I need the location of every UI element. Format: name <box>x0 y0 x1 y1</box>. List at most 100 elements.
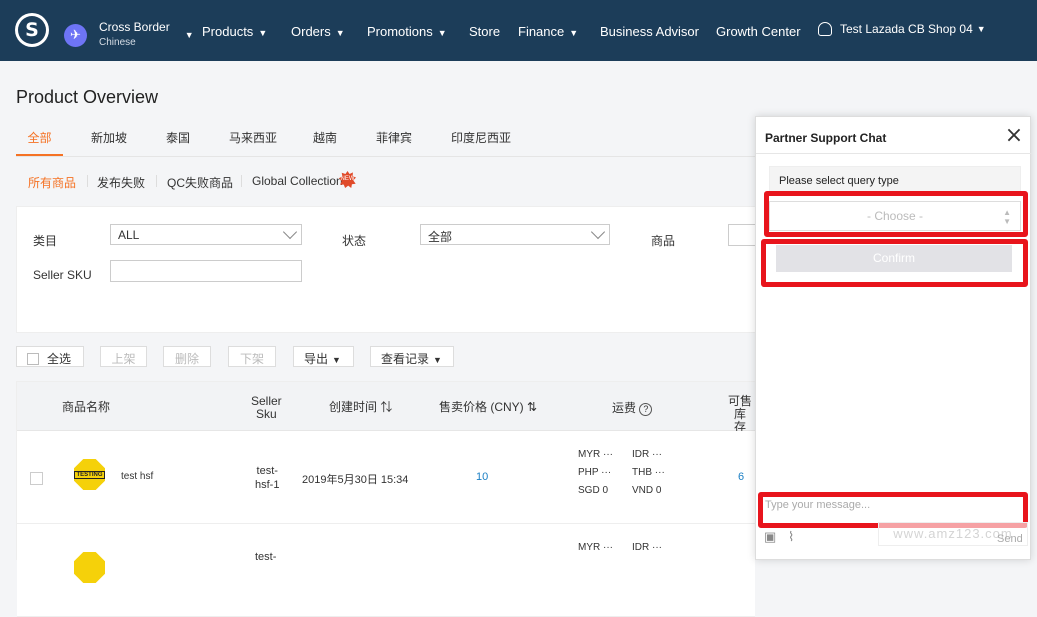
divider <box>241 175 242 187</box>
seller-sku-1: test- <box>256 465 278 477</box>
col-created-time[interactable]: 创建时间 ⇅ <box>329 401 392 414</box>
chevron-down-icon <box>590 224 606 240</box>
export-label: 导出 <box>304 352 329 366</box>
col-shipping-label: 运费 <box>612 401 637 415</box>
price-value[interactable]: 10 <box>476 471 488 483</box>
col-product-name: 商品名称 <box>62 400 111 414</box>
chat-footer: ▣ ⌇ www.amz123.com Send <box>756 521 1032 561</box>
product-image[interactable] <box>74 552 105 583</box>
nav-finance[interactable]: Finance ▼ <box>518 24 578 39</box>
sort-icon[interactable]: ⇅ <box>380 400 392 414</box>
ship-idr[interactable]: IDR ··· <box>632 539 662 557</box>
history-label: 查看记录 <box>381 352 430 366</box>
subtab-publish-failed[interactable]: 发布失败 <box>97 174 145 191</box>
subtab-global-collection[interactable]: Global Collection <box>252 174 343 188</box>
nav-label: Orders <box>291 24 331 39</box>
nav-business-advisor[interactable]: Business Advisor <box>600 24 699 39</box>
tab-indonesia[interactable]: 印度尼西亚 <box>451 129 511 156</box>
export-button[interactable]: 导出 ▼ <box>293 346 354 367</box>
country-tabs: 全部 新加坡 泰国 马来西亚 越南 菲律宾 印度尼西亚 <box>16 129 756 157</box>
filter-panel: 类目 ALL 状态 全部 商品 Seller SKU <box>16 206 758 333</box>
delete-button[interactable]: 删除 <box>163 346 211 367</box>
table-row: test- MYR ··· IDR ··· <box>17 524 755 617</box>
caret-down-icon: ▼ <box>332 355 341 365</box>
region-sub: Chinese <box>99 37 136 48</box>
nav-growth-center[interactable]: Growth Center <box>716 24 801 39</box>
partner-support-chat: Partner Support Chat × Please select que… <box>755 116 1032 561</box>
nav-store[interactable]: Store <box>469 24 500 39</box>
seller-center-logo[interactable]: S <box>15 13 49 47</box>
product-name[interactable]: test hsf <box>121 471 153 482</box>
paperclip-icon[interactable]: ⌇ <box>788 529 794 545</box>
ship-sgd: SGD 0 <box>578 485 609 496</box>
product-input[interactable] <box>728 224 758 246</box>
col-price[interactable]: 售卖价格 (CNY) ⇅ <box>439 401 537 414</box>
chat-title: Partner Support Chat <box>765 131 887 145</box>
category-value: ALL <box>118 228 140 242</box>
chevron-down-icon: ▼ <box>437 28 447 38</box>
user-menu[interactable]: Test Lazada CB Shop 04 ▼ <box>818 22 986 36</box>
checkbox[interactable] <box>27 353 39 365</box>
product-image-text: TESTING <box>74 470 105 479</box>
chevron-down-icon: ▼ <box>335 28 345 38</box>
ship-vnd: VND 0 <box>632 485 662 496</box>
stock-value[interactable]: 6 <box>738 471 744 483</box>
logo-letter: S <box>18 16 46 44</box>
row-checkbox[interactable] <box>30 472 43 485</box>
nav-orders[interactable]: Orders ▼ <box>291 24 345 39</box>
send-button[interactable]: Send <box>997 533 1023 545</box>
seller-sku-1: test- <box>255 551 277 563</box>
col-stock: 可售库存 <box>725 395 755 434</box>
image-icon[interactable]: ▣ <box>764 529 776 545</box>
col-seller-sku-2: Sku <box>256 407 277 421</box>
bulk-actions-bar: 全选 上架 删除 下架 导出 ▼ 查看记录 ▼ <box>16 346 756 368</box>
seller-sku-cell: test-hsf-1 <box>255 464 279 492</box>
page-title: Product Overview <box>16 87 159 107</box>
tab-all[interactable]: 全部 <box>16 129 63 156</box>
subtab-all-products[interactable]: 所有商品 <box>28 174 76 191</box>
online-button[interactable]: 上架 <box>100 346 147 367</box>
table-row: TESTING test hsf test-hsf-1 2019年5月30日 1… <box>17 431 755 524</box>
tab-philippines[interactable]: 菲律宾 <box>376 129 412 156</box>
status-value: 全部 <box>428 230 453 244</box>
col-shipping: 运费 ? <box>612 401 653 416</box>
select-all-button[interactable]: 全选 <box>16 346 84 367</box>
nav-label: Growth Center <box>716 24 801 39</box>
help-icon[interactable]: ? <box>639 403 653 416</box>
offline-button[interactable]: 下架 <box>228 346 276 367</box>
tab-thailand[interactable]: 泰国 <box>166 129 190 156</box>
ship-idr[interactable]: IDR ··· <box>632 446 662 464</box>
ship-myr[interactable]: MYR ··· <box>578 446 613 464</box>
tab-singapore[interactable]: 新加坡 <box>91 129 127 156</box>
user-name: Test Lazada CB Shop 04 <box>840 22 973 36</box>
chevron-down-icon: ▼ <box>569 28 579 38</box>
highlight-box <box>761 239 1028 287</box>
subtab-qc-failed[interactable]: QC失败商品 <box>167 174 233 191</box>
seller-sku-input[interactable] <box>110 260 302 282</box>
col-price-label: 售卖价格 (CNY) <box>439 400 524 414</box>
sort-icon[interactable]: ⇅ <box>527 400 537 414</box>
nav-promotions[interactable]: Promotions ▼ <box>367 24 447 39</box>
user-icon <box>818 22 832 36</box>
divider <box>87 175 88 187</box>
nav-label: Business Advisor <box>600 24 699 39</box>
region-name: Cross Border <box>99 20 170 34</box>
category-select[interactable]: ALL <box>110 224 302 245</box>
ship-php[interactable]: PHP ··· <box>578 464 611 482</box>
status-select[interactable]: 全部 <box>420 224 610 245</box>
query-type-label: Please select query type <box>769 166 1021 193</box>
tab-malaysia[interactable]: 马来西亚 <box>229 129 277 156</box>
ship-myr[interactable]: MYR ··· <box>578 539 613 557</box>
ship-thb[interactable]: THB ··· <box>632 464 665 482</box>
nav-label: Finance <box>518 24 565 39</box>
close-icon[interactable]: × <box>1004 125 1024 147</box>
tab-vietnam[interactable]: 越南 <box>313 129 337 156</box>
history-button[interactable]: 查看记录 ▼ <box>370 346 454 367</box>
region-selector[interactable]: ✈ Cross Border Chinese ▼ <box>64 19 194 51</box>
nav-label: Store <box>469 24 501 39</box>
nav-products[interactable]: Products ▼ <box>202 24 267 39</box>
col-created-label: 创建时间 <box>329 400 378 414</box>
product-image[interactable]: TESTING <box>74 459 105 490</box>
highlight-box <box>764 191 1028 237</box>
nav-label: Products <box>202 24 254 39</box>
